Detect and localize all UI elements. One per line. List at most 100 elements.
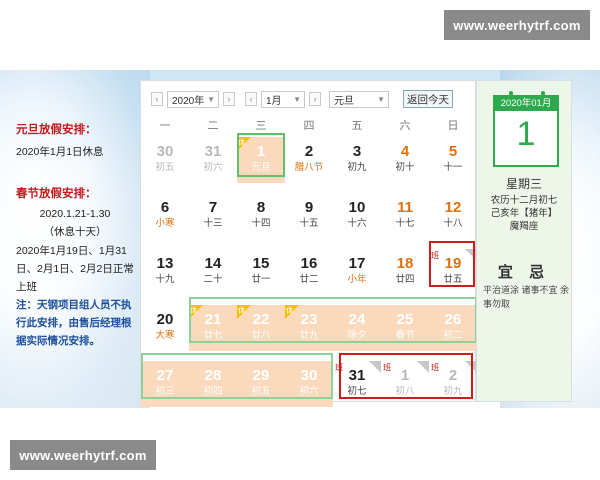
calendar-day-cell[interactable]: 6 小寒 [141, 193, 189, 239]
day-detail-panel: 2020年01月 1 星期三 农历十二月初七 己亥年【猪年】 魔羯座 宜 忌 平… [476, 80, 572, 402]
weekday-label: 四 [303, 120, 315, 132]
calendar-day-cell[interactable]: 20 大寒 [141, 305, 189, 351]
lunar-label: 十八 [443, 218, 463, 229]
lunar-label: 初九 [347, 162, 367, 173]
day-number: 30 [156, 143, 174, 160]
calendar-day-cell[interactable]: 14 二十 [189, 249, 237, 295]
holiday-select-value: 元旦 [334, 96, 354, 107]
lunar-label: 廿二 [299, 274, 319, 285]
detail-day: 1 [516, 115, 536, 153]
lunar-label: 腊八节 [294, 162, 324, 173]
calendar-day-cell[interactable]: 2 腊八节 [285, 137, 333, 183]
calendar-day-cell[interactable]: 4 初十 [381, 137, 429, 183]
chevron-down-icon: ▼ [377, 95, 385, 104]
day-number: 4 [400, 143, 410, 160]
holiday-notes: 元旦放假安排： 2020年1月1日休息 春节放假安排： 2020.1.21-1.… [16, 80, 134, 350]
weekday-header: 一 二 三 四 五 六 日 [141, 117, 477, 135]
yi-ji-text: 平治道涂 诸事不宜 余事勿取 [483, 285, 570, 309]
month-select[interactable]: 1月 ▼ [261, 91, 305, 108]
day-number: 11 [397, 199, 413, 216]
calendar-day-cell[interactable]: 13 十九 [141, 249, 189, 295]
calendar-day-cell[interactable]: 5 十一 [429, 137, 477, 183]
day-number: 6 [160, 199, 170, 216]
lunar-label: 十七 [395, 218, 415, 229]
spring-title: 春节放假安排： [16, 188, 97, 200]
day-number: 9 [304, 199, 314, 216]
workday-highlight-range [339, 353, 473, 399]
day-number: 17 [348, 255, 366, 272]
calendar-day-cell[interactable]: 12 十八 [429, 193, 477, 239]
return-today-button[interactable]: 返回今天 [403, 90, 453, 108]
lunar-label: 初五 [155, 162, 175, 173]
lunar-label: 十九 [155, 274, 175, 285]
calendar-day-cell[interactable]: 18 廿四 [381, 249, 429, 295]
detail-ganzhi: 己亥年【猪年】 [490, 208, 558, 219]
day-number: 3 [352, 143, 362, 160]
spring-days: （休息十天） [43, 226, 107, 238]
day-number: 15 [252, 255, 270, 272]
today-highlight [237, 133, 285, 177]
day-number: 13 [156, 255, 174, 272]
chevron-down-icon: ▼ [207, 95, 215, 104]
day-number: 10 [348, 199, 366, 216]
calendar-day-cell[interactable]: 15 廿一 [237, 249, 285, 295]
weekday-label: 六 [399, 120, 411, 132]
watermark-top: www.weerhytrf.com [444, 10, 590, 40]
calendar-day-cell[interactable]: 10 十六 [333, 193, 381, 239]
lunar-label: 初十 [395, 162, 415, 173]
day-number: 7 [208, 199, 218, 216]
spring-range: 2020.1.21-1.30 [39, 208, 111, 220]
calendar-day-cell[interactable]: 11 十七 [381, 193, 429, 239]
calendar-day-cell[interactable]: 8 十四 [237, 193, 285, 239]
lunar-label: 廿四 [395, 274, 415, 285]
staff-note: 注：天钢项目组人员不执行此安排，由售后经理根据实际情况安排。 [16, 299, 132, 347]
chevron-down-icon: ▼ [293, 95, 301, 104]
weekday-label: 一 [159, 120, 171, 132]
calendar-day-cell[interactable]: 31 初六 [189, 137, 237, 183]
detail-zodiac: 魔羯座 [509, 221, 539, 232]
calendar-day-cell[interactable]: 7 十三 [189, 193, 237, 239]
calendar-day-cell[interactable]: 3 初九 [333, 137, 381, 183]
workdays-text: 2020年1月19日、1月31日、2月1日、2月2日正常上班 [16, 245, 134, 293]
detail-weekday: 星期三 [505, 177, 542, 191]
lunar-label: 十六 [347, 218, 367, 229]
year-select-value: 2020年 [172, 96, 205, 107]
calendar-day-cell[interactable]: 30 初五 [141, 137, 189, 183]
weekday-label: 五 [351, 120, 363, 132]
calendar-day-cell[interactable]: 16 廿二 [285, 249, 333, 295]
lunar-label: 大寒 [155, 330, 175, 341]
holiday-select[interactable]: 元旦 ▼ [329, 91, 389, 108]
weekday-label: 三 [255, 120, 267, 132]
workday-highlight [429, 241, 475, 287]
newyear-title: 元旦放假安排： [16, 124, 97, 136]
day-number: 12 [444, 199, 462, 216]
lunar-label: 初六 [203, 162, 223, 173]
watermark-bottom: www.weerhytrf.com [10, 440, 156, 470]
month-select-value: 1月 [266, 96, 282, 107]
day-number: 5 [448, 143, 458, 160]
calendar-panel: ‹ 2020年 ▼ › ‹ 1月 ▼ › 元旦 ▼ 返回今天 一 二 三 四 五… [140, 80, 477, 407]
calendar-toolbar: ‹ 2020年 ▼ › ‹ 1月 ▼ › 元旦 ▼ 返回今天 [149, 89, 471, 109]
lunar-label: 十四 [251, 218, 271, 229]
lunar-label: 十三 [203, 218, 223, 229]
lunar-label: 小年 [347, 274, 367, 285]
next-month-button[interactable]: › [309, 92, 321, 106]
lunar-label: 廿一 [251, 274, 271, 285]
yi-ji-heading: 宜 忌 [497, 264, 551, 281]
spring-holiday-range-row1 [189, 297, 477, 343]
lunar-label: 十五 [299, 218, 319, 229]
day-number: 8 [256, 199, 266, 216]
calendar-day-cell[interactable]: 17 小年 [333, 249, 381, 295]
detail-lunar: 农历十二月初七 [490, 195, 558, 206]
lunar-label: 二十 [203, 274, 223, 285]
calendar-day-cell[interactable]: 9 十五 [285, 193, 333, 239]
spring-holiday-range-row2 [141, 353, 333, 399]
next-year-button[interactable]: › [223, 92, 235, 106]
day-number: 31 [204, 143, 222, 160]
newyear-date: 2020年1月1日休息 [16, 146, 104, 158]
prev-year-button[interactable]: ‹ [151, 92, 163, 106]
prev-month-button[interactable]: ‹ [245, 92, 257, 106]
day-number: 14 [204, 255, 222, 272]
year-select[interactable]: 2020年 ▼ [167, 91, 219, 108]
day-number: 18 [396, 255, 414, 272]
